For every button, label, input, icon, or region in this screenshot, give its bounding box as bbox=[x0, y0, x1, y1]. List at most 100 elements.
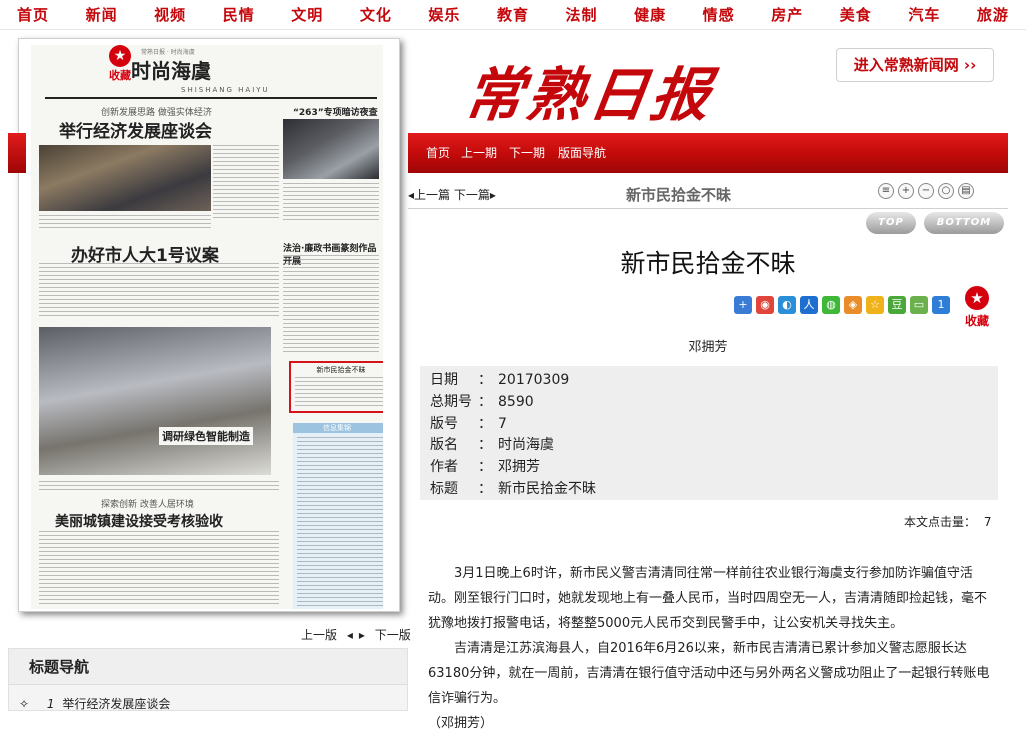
text-column bbox=[39, 263, 279, 319]
meta-value: 时尚海虞 bbox=[498, 437, 554, 454]
qzone-icon[interactable]: ◐ bbox=[778, 296, 796, 314]
meta-row: 版号 ： 7 bbox=[430, 414, 998, 436]
click-counter: 本文点击量： 7 bbox=[904, 513, 991, 530]
meta-key: 日期 bbox=[430, 372, 458, 388]
meta-separator: ： bbox=[478, 372, 492, 388]
page-title: 时尚海虞 bbox=[131, 59, 211, 83]
nav-next-issue-link[interactable]: 下一期 bbox=[509, 133, 545, 173]
click-label: 本文点击量： bbox=[904, 515, 977, 529]
message-icon[interactable]: ▭ bbox=[910, 296, 928, 314]
zoom-reset-icon[interactable]: ○ bbox=[938, 183, 954, 199]
collect-label: 收藏 bbox=[964, 314, 989, 328]
collect-button-left[interactable]: ★ 收藏 bbox=[107, 45, 133, 83]
prev-page-link[interactable]: 上一版 bbox=[301, 628, 337, 642]
meta-value: 7 bbox=[498, 415, 507, 432]
meta-separator: ： bbox=[478, 437, 492, 454]
text-column bbox=[213, 145, 279, 221]
top-nav-link[interactable]: 视频 bbox=[154, 0, 186, 29]
selected-article-highlight[interactable]: 新市民拾金不昧 bbox=[289, 361, 383, 413]
text-column bbox=[295, 377, 383, 409]
newspaper-page-thumbnail[interactable]: 常熟日报 · 时尚海虞 ★ 收藏 时尚海虞 SHISHANG HAIYU 创新发… bbox=[18, 38, 400, 612]
zoom-out-icon[interactable]: − bbox=[918, 183, 934, 199]
notes-icon[interactable]: ≡ bbox=[878, 183, 894, 199]
top-nav-link[interactable]: 健康 bbox=[634, 0, 666, 29]
top-nav-link[interactable]: 娱乐 bbox=[428, 0, 460, 29]
site-logo[interactable]: 常熟日报 bbox=[460, 48, 720, 132]
meta-value: 20170309 bbox=[498, 372, 570, 388]
top-nav-link[interactable]: 文明 bbox=[291, 0, 323, 29]
meta-value: 8590 bbox=[498, 393, 534, 410]
top-nav-link[interactable]: 旅游 bbox=[977, 0, 1009, 29]
share-plus-icon[interactable]: + bbox=[734, 296, 752, 314]
meta-separator: ： bbox=[478, 459, 492, 476]
print-icon[interactable]: ▤ bbox=[958, 183, 974, 199]
text-column bbox=[297, 437, 383, 609]
enter-news-site-button[interactable]: 进入常熟新闻网 ›› bbox=[836, 48, 994, 82]
wechat-icon[interactable]: ◍ bbox=[822, 296, 840, 314]
meta-separator: ： bbox=[478, 415, 492, 432]
top-nav-link[interactable]: 文化 bbox=[360, 0, 392, 29]
meta-value: 邓拥芳 bbox=[498, 459, 540, 476]
highlight-title: 新市民拾金不昧 bbox=[316, 366, 366, 374]
page-pager: 上一版 ◂ ▸ 下一版 bbox=[298, 626, 414, 643]
count-icon[interactable]: 1 bbox=[932, 296, 950, 314]
meta-row: 作者 ： 邓拥芳 bbox=[430, 457, 998, 479]
star-icon: ★ bbox=[965, 286, 989, 310]
weibo-icon[interactable]: ◉ bbox=[756, 296, 774, 314]
top-nav-link[interactable]: 首页 bbox=[17, 0, 49, 29]
text-column bbox=[283, 255, 379, 355]
night-inspection-photo bbox=[283, 119, 379, 179]
headline-6[interactable]: 美丽城镇建设接受考核验收 bbox=[55, 511, 223, 531]
top-button[interactable]: TOP bbox=[866, 212, 916, 234]
nav-layout-link[interactable]: 版面导航 bbox=[558, 133, 606, 173]
headline-6-kicker: 探索创新 改善人居环境 bbox=[101, 500, 194, 510]
top-nav-link[interactable]: 新闻 bbox=[86, 0, 118, 29]
douban-icon[interactable]: 豆 bbox=[888, 296, 906, 314]
title-nav-title[interactable]: 举行经济发展座谈会 bbox=[62, 697, 170, 711]
collect-label: 收藏 bbox=[109, 69, 131, 82]
prev-next-article[interactable]: ◂上一篇 下一篇▸ bbox=[408, 186, 496, 203]
top-nav-link[interactable]: 法制 bbox=[566, 0, 598, 29]
kaixin-icon[interactable]: ◈ bbox=[844, 296, 862, 314]
meta-separator: ： bbox=[478, 480, 492, 497]
article-author: 邓拥芳 bbox=[688, 340, 728, 355]
headline-5[interactable]: 调研绿色智能制造 bbox=[159, 427, 253, 445]
factory-visit-photo bbox=[39, 327, 271, 475]
title-nav-item[interactable]: ✧ 1 举行经济发展座谈会 bbox=[19, 695, 170, 712]
top-nav-link[interactable]: 美食 bbox=[840, 0, 872, 29]
zoom-in-icon[interactable]: + bbox=[898, 183, 914, 199]
nav-home-link[interactable]: 首页 bbox=[426, 133, 450, 173]
title-nav-index: 1 bbox=[46, 697, 55, 711]
top-nav-link[interactable]: 教育 bbox=[497, 0, 529, 29]
text-column bbox=[39, 481, 279, 493]
meta-row: 版名 ： 时尚海虞 bbox=[430, 435, 998, 457]
click-count: 7 bbox=[983, 515, 992, 529]
renren-icon[interactable]: 人 bbox=[800, 296, 818, 314]
star-share-icon[interactable]: ☆ bbox=[866, 296, 884, 314]
next-arrow-icon[interactable]: ▸ bbox=[359, 628, 365, 642]
article-paragraph: 吉清清是江苏滨海县人，自2016年6月26以来，新市民吉清清已累计参加义警志愿服… bbox=[428, 641, 990, 706]
article-paragraph: 3月1日晚上6时许，新市民义警吉清清同往常一样前往农业银行海虞支行参加防诈骗值守… bbox=[428, 566, 988, 631]
next-page-link[interactable]: 下一版 bbox=[375, 628, 411, 642]
collect-button[interactable]: ★ 收藏 bbox=[964, 286, 990, 329]
top-nav-link[interactable]: 房产 bbox=[771, 0, 803, 29]
text-column bbox=[283, 183, 379, 223]
top-category-nav: 首页 新闻 视频 民情 文明 文化 娱乐 教育 法制 健康 情感 房产 美食 汽车 旅游 bbox=[0, 0, 1026, 30]
prev-arrow-icon[interactable]: ◂ bbox=[347, 628, 353, 642]
text-column bbox=[39, 531, 279, 605]
meta-value: 新市民拾金不昧 bbox=[498, 480, 596, 497]
top-nav-link[interactable]: 情感 bbox=[703, 0, 735, 29]
headline-1[interactable]: 举行经济发展座谈会 bbox=[59, 117, 212, 142]
article-body: 3月1日晚上6时许，新市民义警吉清清同往常一样前往农业银行海虞支行参加防诈骗值守… bbox=[428, 561, 992, 736]
title-nav-panel: 标题导航 ✧ 1 举行经济发展座谈会 bbox=[8, 648, 408, 711]
top-nav-link[interactable]: 汽车 bbox=[908, 0, 940, 29]
newspaper-page[interactable]: 常熟日报 · 时尚海虞 ★ 收藏 时尚海虞 SHISHANG HAIYU 创新发… bbox=[31, 45, 383, 609]
nav-prev-issue-link[interactable]: 上一期 bbox=[461, 133, 497, 173]
meta-key: 标题 bbox=[430, 480, 458, 497]
bullet-icon: ✧ bbox=[19, 697, 30, 711]
meta-row: 总期号 ： 8590 bbox=[430, 392, 998, 414]
top-nav-link[interactable]: 民情 bbox=[223, 0, 255, 29]
headline-3-kicker[interactable]: “263”专项暗访夜查 bbox=[293, 105, 378, 118]
bottom-button[interactable]: BOTTOM bbox=[924, 212, 1004, 234]
info-box[interactable]: 信息集锦 bbox=[293, 423, 383, 609]
